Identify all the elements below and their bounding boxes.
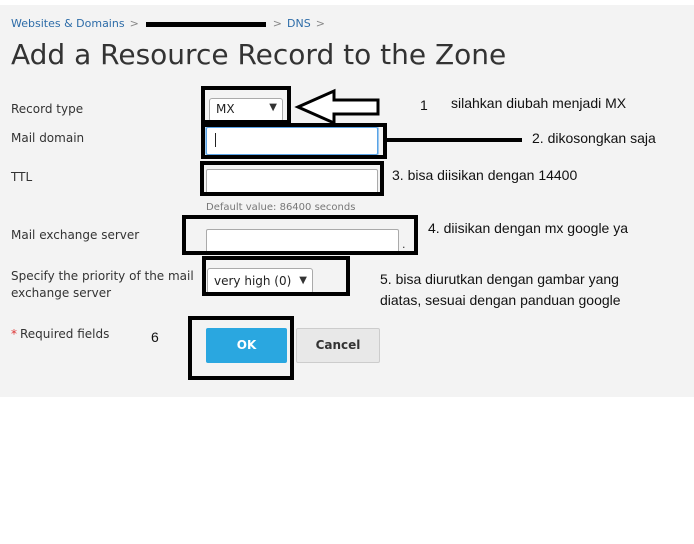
page-title: Add a Resource Record to the Zone [11,38,507,71]
breadcrumb-dns[interactable]: DNS [287,17,311,30]
breadcrumb-separator: > [129,17,139,30]
annotation-4-text: 4. diisikan dengan mx google ya [428,220,629,236]
annotation-5-line1: 5. bisa diurutkan dengan gambar yang [380,271,619,287]
annotation-2-text: 2. dikosongkan saja [532,130,656,146]
required-fields-note: * Required fields [11,327,109,341]
left-arrow-icon [294,88,380,126]
redacted-domain-link[interactable] [145,21,266,27]
annotation-1-text: silahkan diubah menjadi MX [451,95,627,111]
annotation-box-mx-server [182,215,418,255]
annotation-number-1: 1 [420,97,428,113]
redaction-mark [384,138,522,142]
annotation-box-priority [202,256,350,296]
annotation-5-text: 5. bisa diurutkan dengan gambar yang dia… [380,269,621,311]
mail-domain-label: Mail domain [11,131,85,145]
cancel-button[interactable]: Cancel [296,328,380,363]
mail-exchange-server-label: Mail exchange server [11,228,140,242]
record-type-label: Record type [11,102,84,116]
annotation-number-6: 6 [151,329,159,345]
required-star: * [11,327,17,341]
required-fields-text: Required fields [20,327,110,341]
ttl-label: TTL [11,170,33,184]
breadcrumb: Websites & Domains > > DNS > [11,17,330,30]
form-panel: Websites & Domains > > DNS > Add a Resource … [0,0,694,397]
annotation-box-ok [188,316,294,380]
breadcrumb-separator: > [315,17,325,30]
annotation-box-record-type [201,86,291,124]
breadcrumb-separator: > [272,17,283,30]
priority-label: Specify the priority of the mail exchang… [11,268,194,302]
priority-label-line1: Specify the priority of the mail [11,269,194,283]
annotation-box-mail-domain [201,123,387,159]
annotation-box-ttl [200,161,384,196]
priority-label-line2: exchange server [11,286,112,300]
breadcrumb-websites-domains[interactable]: Websites & Domains [11,17,125,30]
annotation-5-line2: diatas, sesuai dengan panduan google [380,292,621,308]
annotation-3-text: 3. bisa diisikan dengan 14400 [392,167,578,183]
ttl-hint: Default value: 86400 seconds [206,202,356,213]
